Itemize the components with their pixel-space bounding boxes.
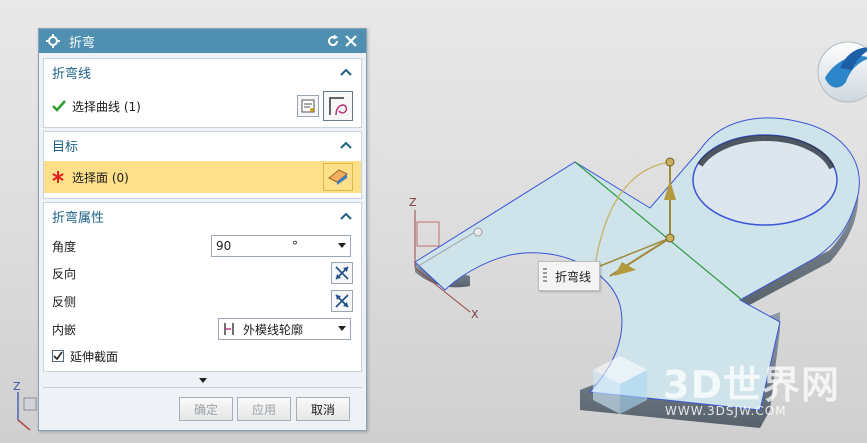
collapse-chevron-up-icon[interactable] bbox=[339, 209, 353, 223]
reverse-direction-icon bbox=[335, 266, 349, 280]
watermark-url: WWW.3DSJW.COM bbox=[665, 404, 787, 418]
inset-value: 外模线轮廓 bbox=[243, 322, 304, 337]
group-bend-line-header[interactable]: 折弯线 bbox=[44, 59, 361, 85]
close-icon[interactable] bbox=[342, 32, 360, 50]
dropdown-arrow-icon[interactable] bbox=[338, 243, 346, 248]
button-separator bbox=[43, 387, 362, 388]
reverse-side-label: 反侧 bbox=[52, 294, 77, 309]
face-icon bbox=[328, 169, 348, 185]
reverse-side-icon bbox=[335, 294, 349, 308]
bend-dialog: 折弯 折弯线 选择曲线 (1) 目标 选择面 (0) 折弯属性 角度 90 ° … bbox=[38, 28, 367, 431]
curve-selection-button[interactable] bbox=[323, 91, 353, 121]
select-face-label: 选择面 (0) bbox=[72, 170, 129, 185]
axis-label-x: X bbox=[471, 308, 479, 321]
group-target-header[interactable]: 目标 bbox=[44, 132, 361, 158]
site-watermark: 3D世界网 WWW.3DSJW.COM bbox=[585, 350, 855, 430]
checkmark-icon bbox=[53, 351, 63, 361]
inset-select[interactable]: 外模线轮廓 bbox=[218, 318, 351, 340]
sketch-section-button[interactable] bbox=[297, 95, 319, 117]
extend-section-checkbox[interactable] bbox=[52, 350, 64, 362]
watermark-cube-icon bbox=[593, 356, 647, 414]
ok-button[interactable]: 确定 bbox=[179, 397, 233, 421]
drag-grip-icon[interactable] bbox=[543, 268, 547, 284]
collapse-chevron-up-icon[interactable] bbox=[339, 138, 353, 152]
dialog-title: 折弯 bbox=[69, 35, 96, 51]
extend-section-label: 延伸截面 bbox=[70, 349, 119, 364]
angle-unit: ° bbox=[292, 239, 298, 253]
corner-orientation-triad bbox=[17, 392, 37, 431]
bend-line-tooltip-label: 折弯线 bbox=[555, 269, 592, 284]
group-bend-properties-header[interactable]: 折弯属性 bbox=[44, 203, 361, 229]
app-logo-bird-icon bbox=[817, 41, 867, 103]
select-face-row[interactable]: 选择面 (0) bbox=[44, 161, 361, 193]
group-bend-line-title: 折弯线 bbox=[52, 66, 92, 82]
select-curve-label: 选择曲线 (1) bbox=[72, 99, 141, 114]
axis-label-z: Z bbox=[409, 196, 417, 209]
reverse-direction-button[interactable] bbox=[331, 262, 353, 284]
group-target-title: 目标 bbox=[52, 139, 79, 155]
reverse-label: 反向 bbox=[52, 266, 77, 281]
required-asterisk-icon bbox=[52, 171, 64, 183]
bend-line-tooltip[interactable]: 折弯线 bbox=[538, 261, 601, 291]
reverse-row: 反向 bbox=[44, 261, 361, 285]
angle-value: 90 bbox=[216, 239, 232, 253]
reverse-side-button[interactable] bbox=[331, 290, 353, 312]
group-target: 目标 选择面 (0) bbox=[43, 131, 362, 199]
corner-axis-label-z: Z bbox=[13, 380, 21, 393]
extend-section-row[interactable]: 延伸截面 bbox=[44, 345, 361, 367]
reverse-side-row: 反侧 bbox=[44, 289, 361, 313]
dropdown-arrow-icon[interactable] bbox=[338, 326, 346, 331]
group-bend-properties-title: 折弯属性 bbox=[52, 210, 105, 226]
select-curve-row[interactable]: 选择曲线 (1) bbox=[44, 91, 361, 121]
group-bend-line: 折弯线 选择曲线 (1) bbox=[43, 58, 362, 128]
dialog-titlebar[interactable]: 折弯 bbox=[39, 29, 366, 53]
mold-line-icon bbox=[224, 323, 234, 335]
group-bend-properties: 折弯属性 角度 90 ° 反向 反侧 内嵌 外模线轮廓 延伸截面 bbox=[43, 202, 362, 372]
angle-input[interactable]: 90 ° bbox=[211, 235, 351, 257]
check-icon bbox=[52, 100, 66, 112]
sketch-icon bbox=[301, 99, 315, 113]
more-options-chevron-down-icon[interactable] bbox=[199, 378, 207, 383]
reset-icon[interactable] bbox=[324, 32, 342, 50]
gear-icon bbox=[45, 33, 61, 49]
cancel-button[interactable]: 取消 bbox=[296, 397, 350, 421]
face-selection-button[interactable] bbox=[323, 163, 353, 191]
curve-select-icon bbox=[329, 97, 348, 116]
collapse-chevron-up-icon[interactable] bbox=[339, 65, 353, 79]
apply-button[interactable]: 应用 bbox=[237, 397, 291, 421]
watermark-text: 3D世界网 bbox=[663, 363, 840, 407]
